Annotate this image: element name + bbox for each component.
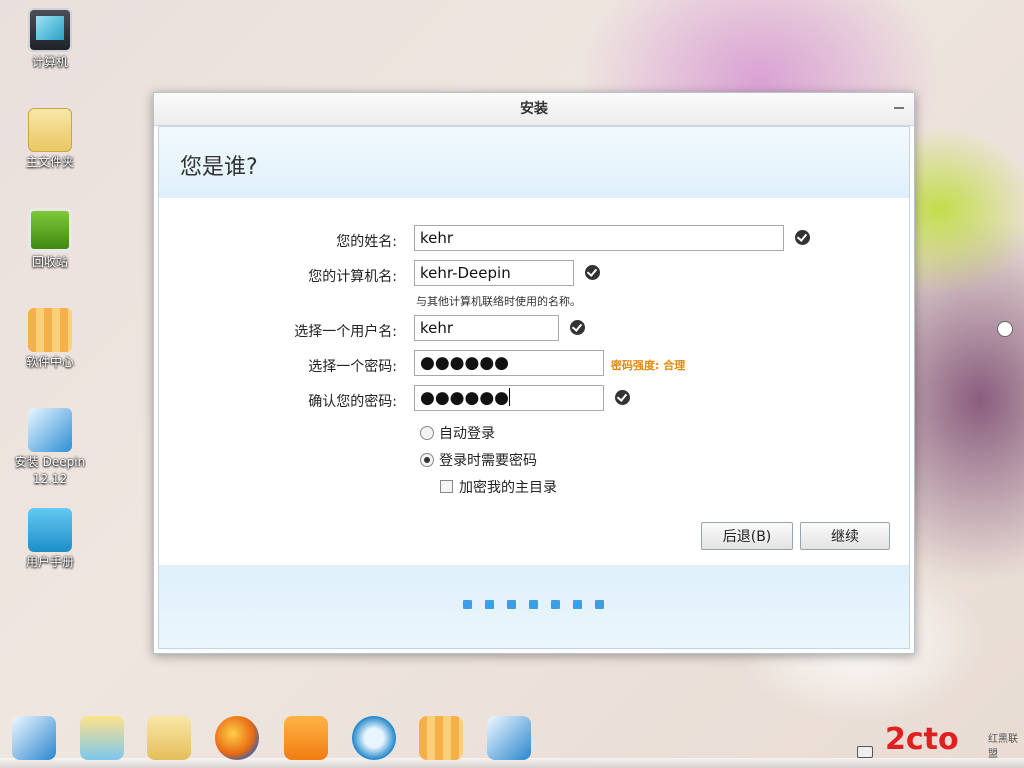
software-center-dock-icon[interactable] (419, 716, 463, 760)
header-band: 您是谁? (159, 127, 909, 198)
continue-button[interactable]: 继续 (800, 522, 890, 550)
confirm-password-text: ●●●●●● (420, 388, 510, 408)
trash-icon (28, 208, 72, 252)
deepin-launcher-icon[interactable] (12, 716, 56, 760)
desktop-icon-trash[interactable]: 回收站 (8, 208, 92, 271)
progress-dot (463, 600, 472, 609)
progress-dot (595, 600, 604, 609)
window-titlebar[interactable]: 安装 (154, 93, 914, 126)
confirm-password-label: 确认您的密码: (308, 394, 397, 410)
watermark-subtext: 红黑联盟 (988, 734, 1018, 760)
password-label: 选择一个密码: (308, 359, 397, 375)
video-player-icon[interactable] (352, 716, 396, 760)
progress-footer (159, 565, 909, 648)
require-password-label[interactable]: 登录时需要密码 (439, 450, 537, 470)
confirm-password-input[interactable]: ●●●●●● (414, 385, 604, 411)
music-player-icon[interactable] (284, 716, 328, 760)
require-password-radio[interactable] (420, 453, 434, 467)
desktop-icon-label: 软件中心 (25, 355, 74, 369)
deepin-installer-icon (28, 408, 72, 452)
watermark-logo: 2cto (885, 722, 959, 757)
file-manager-icon[interactable] (147, 716, 191, 760)
desktop-icon-install-deepin[interactable]: 安装 Deepin 12.12 (8, 408, 92, 488)
desktop-switcher-icon[interactable] (80, 716, 124, 760)
encrypt-home-label[interactable]: 加密我的主目录 (459, 477, 557, 497)
auto-login-label[interactable]: 自动登录 (439, 423, 495, 443)
firefox-icon[interactable] (215, 716, 259, 760)
window-title: 安装 (520, 101, 548, 117)
text-caret (509, 388, 511, 406)
installer-content: 您是谁? 您的姓名: kehr 您的计算机名: kehr-Deepin 与其他计… (158, 126, 910, 649)
software-center-icon (28, 308, 72, 352)
progress-dot (529, 600, 538, 609)
username-input[interactable]: kehr (414, 315, 559, 341)
computer-name-hint: 与其他计算机联络时使用的名称。 (416, 295, 581, 308)
check-icon (795, 230, 810, 245)
installer-dock-icon[interactable] (487, 716, 531, 760)
encrypt-home-checkbox[interactable] (440, 480, 453, 493)
password-strength: 密码强度: 合理 (611, 359, 686, 372)
progress-dot (507, 600, 516, 609)
home-folder-icon (28, 108, 72, 152)
username-label: 选择一个用户名: (294, 324, 397, 340)
computer-name-input[interactable]: kehr-Deepin (414, 260, 574, 286)
desktop-icon-label: 计算机 (31, 55, 68, 69)
keyboard-icon[interactable] (857, 746, 873, 758)
page-title: 您是谁? (180, 155, 258, 180)
check-icon (585, 265, 600, 280)
installer-window: 安装 您是谁? 您的姓名: kehr 您的计算机名: kehr-Deepin 与… (153, 92, 915, 654)
progress-dot (485, 600, 494, 609)
user-manual-icon (28, 508, 72, 552)
desktop-icon-label: 安装 Deepin 12.12 (14, 455, 86, 486)
name-label: 您的姓名: (336, 234, 397, 250)
auto-login-radio[interactable] (420, 426, 434, 440)
desktop-icon-label: 回收站 (31, 255, 68, 269)
mouse-cursor-icon (997, 321, 1013, 337)
desktop-icon-label: 用户手册 (25, 555, 74, 569)
computer-name-label: 您的计算机名: (308, 269, 397, 285)
password-input[interactable]: ●●●●●● (414, 350, 604, 376)
desktop-icon-computer[interactable]: 计算机 (8, 8, 92, 71)
computer-icon (28, 8, 72, 52)
back-button[interactable]: 后退(B) (701, 522, 793, 550)
minimize-icon[interactable] (892, 93, 906, 125)
progress-dot (573, 600, 582, 609)
desktop-icon-home-folder[interactable]: 主文件夹 (8, 108, 92, 171)
desktop-icon-software-center[interactable]: 软件中心 (8, 308, 92, 371)
progress-dot (551, 600, 560, 609)
desktop-icon-user-manual[interactable]: 用户手册 (8, 508, 92, 571)
check-icon (615, 390, 630, 405)
check-icon (570, 320, 585, 335)
desktop-icon-label: 主文件夹 (25, 155, 74, 169)
name-input[interactable]: kehr (414, 225, 784, 251)
